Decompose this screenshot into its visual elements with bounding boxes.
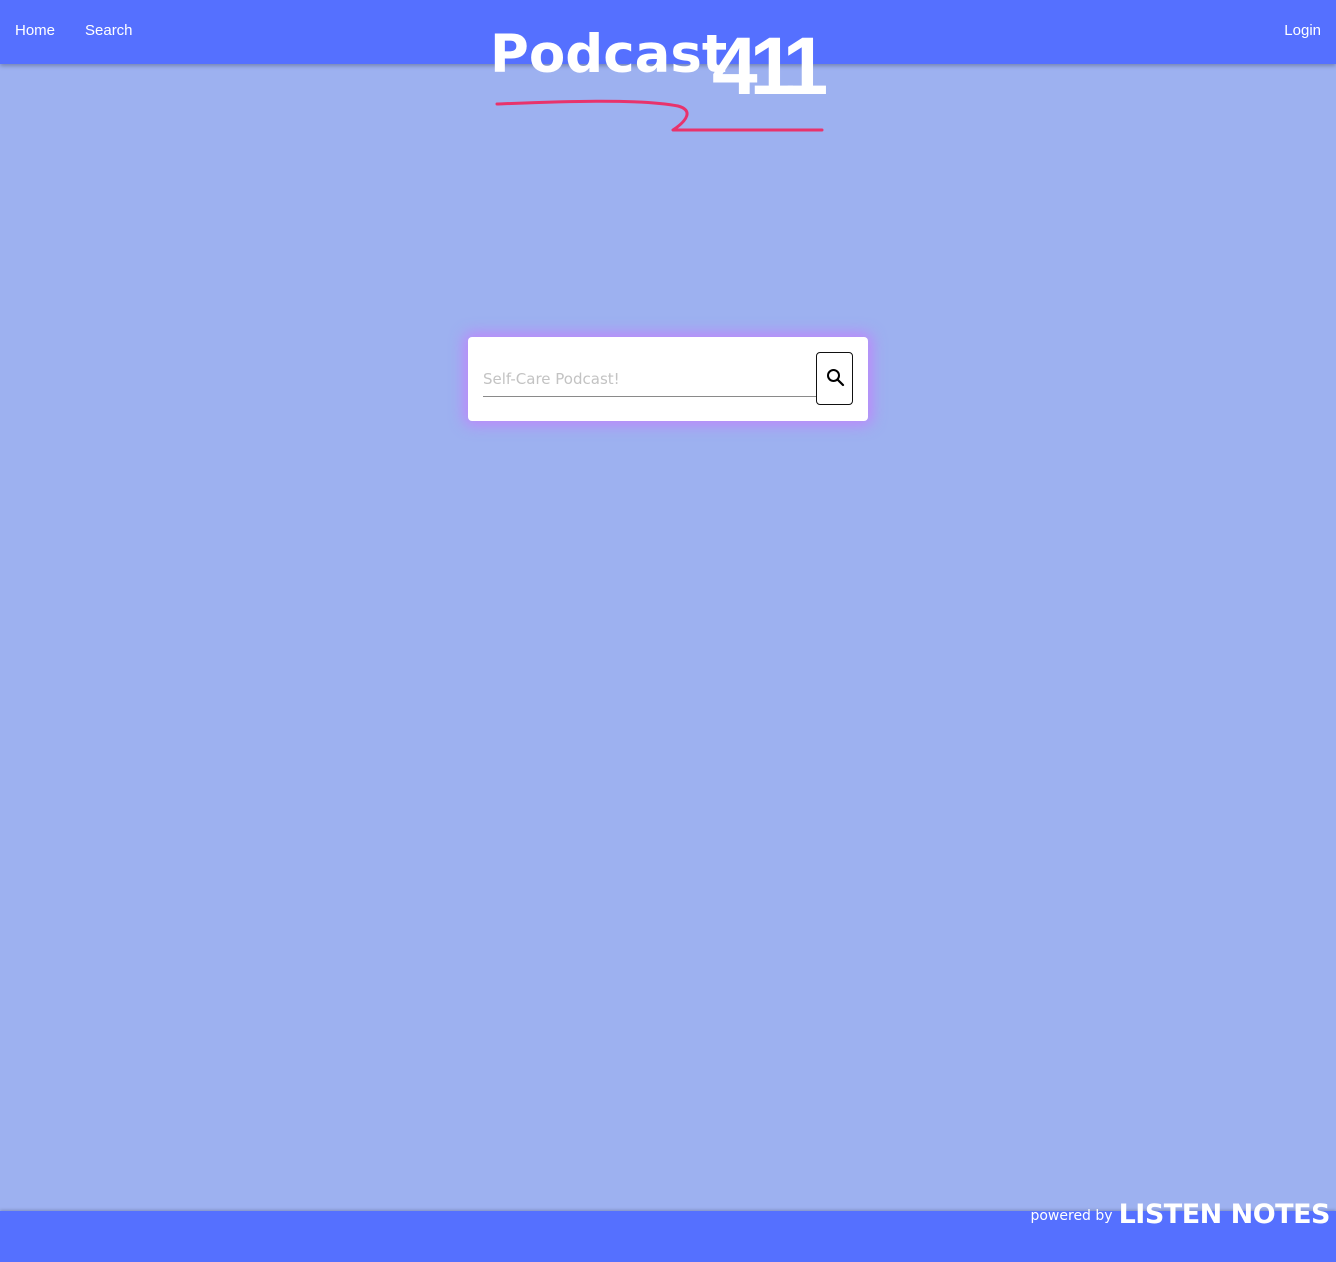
listen-notes-brand: LISTEN NOTES — [1118, 1199, 1331, 1230]
powered-by-listen-notes[interactable]: powered by LISTEN NOTES — [1030, 1199, 1330, 1230]
nav-search-link[interactable]: Search — [85, 22, 133, 39]
logo-underline-squiggle — [495, 99, 824, 132]
nav-home-link[interactable]: Home — [15, 22, 55, 39]
search-card — [468, 337, 868, 421]
search-icon — [827, 369, 845, 387]
powered-by-label: powered by — [1030, 1208, 1113, 1224]
search-submit-button[interactable] — [816, 352, 853, 405]
search-input[interactable] — [483, 361, 816, 397]
nav-login-link[interactable]: Login — [1284, 22, 1321, 39]
podcast411-logo[interactable]: Podcast 411 — [488, 26, 833, 138]
